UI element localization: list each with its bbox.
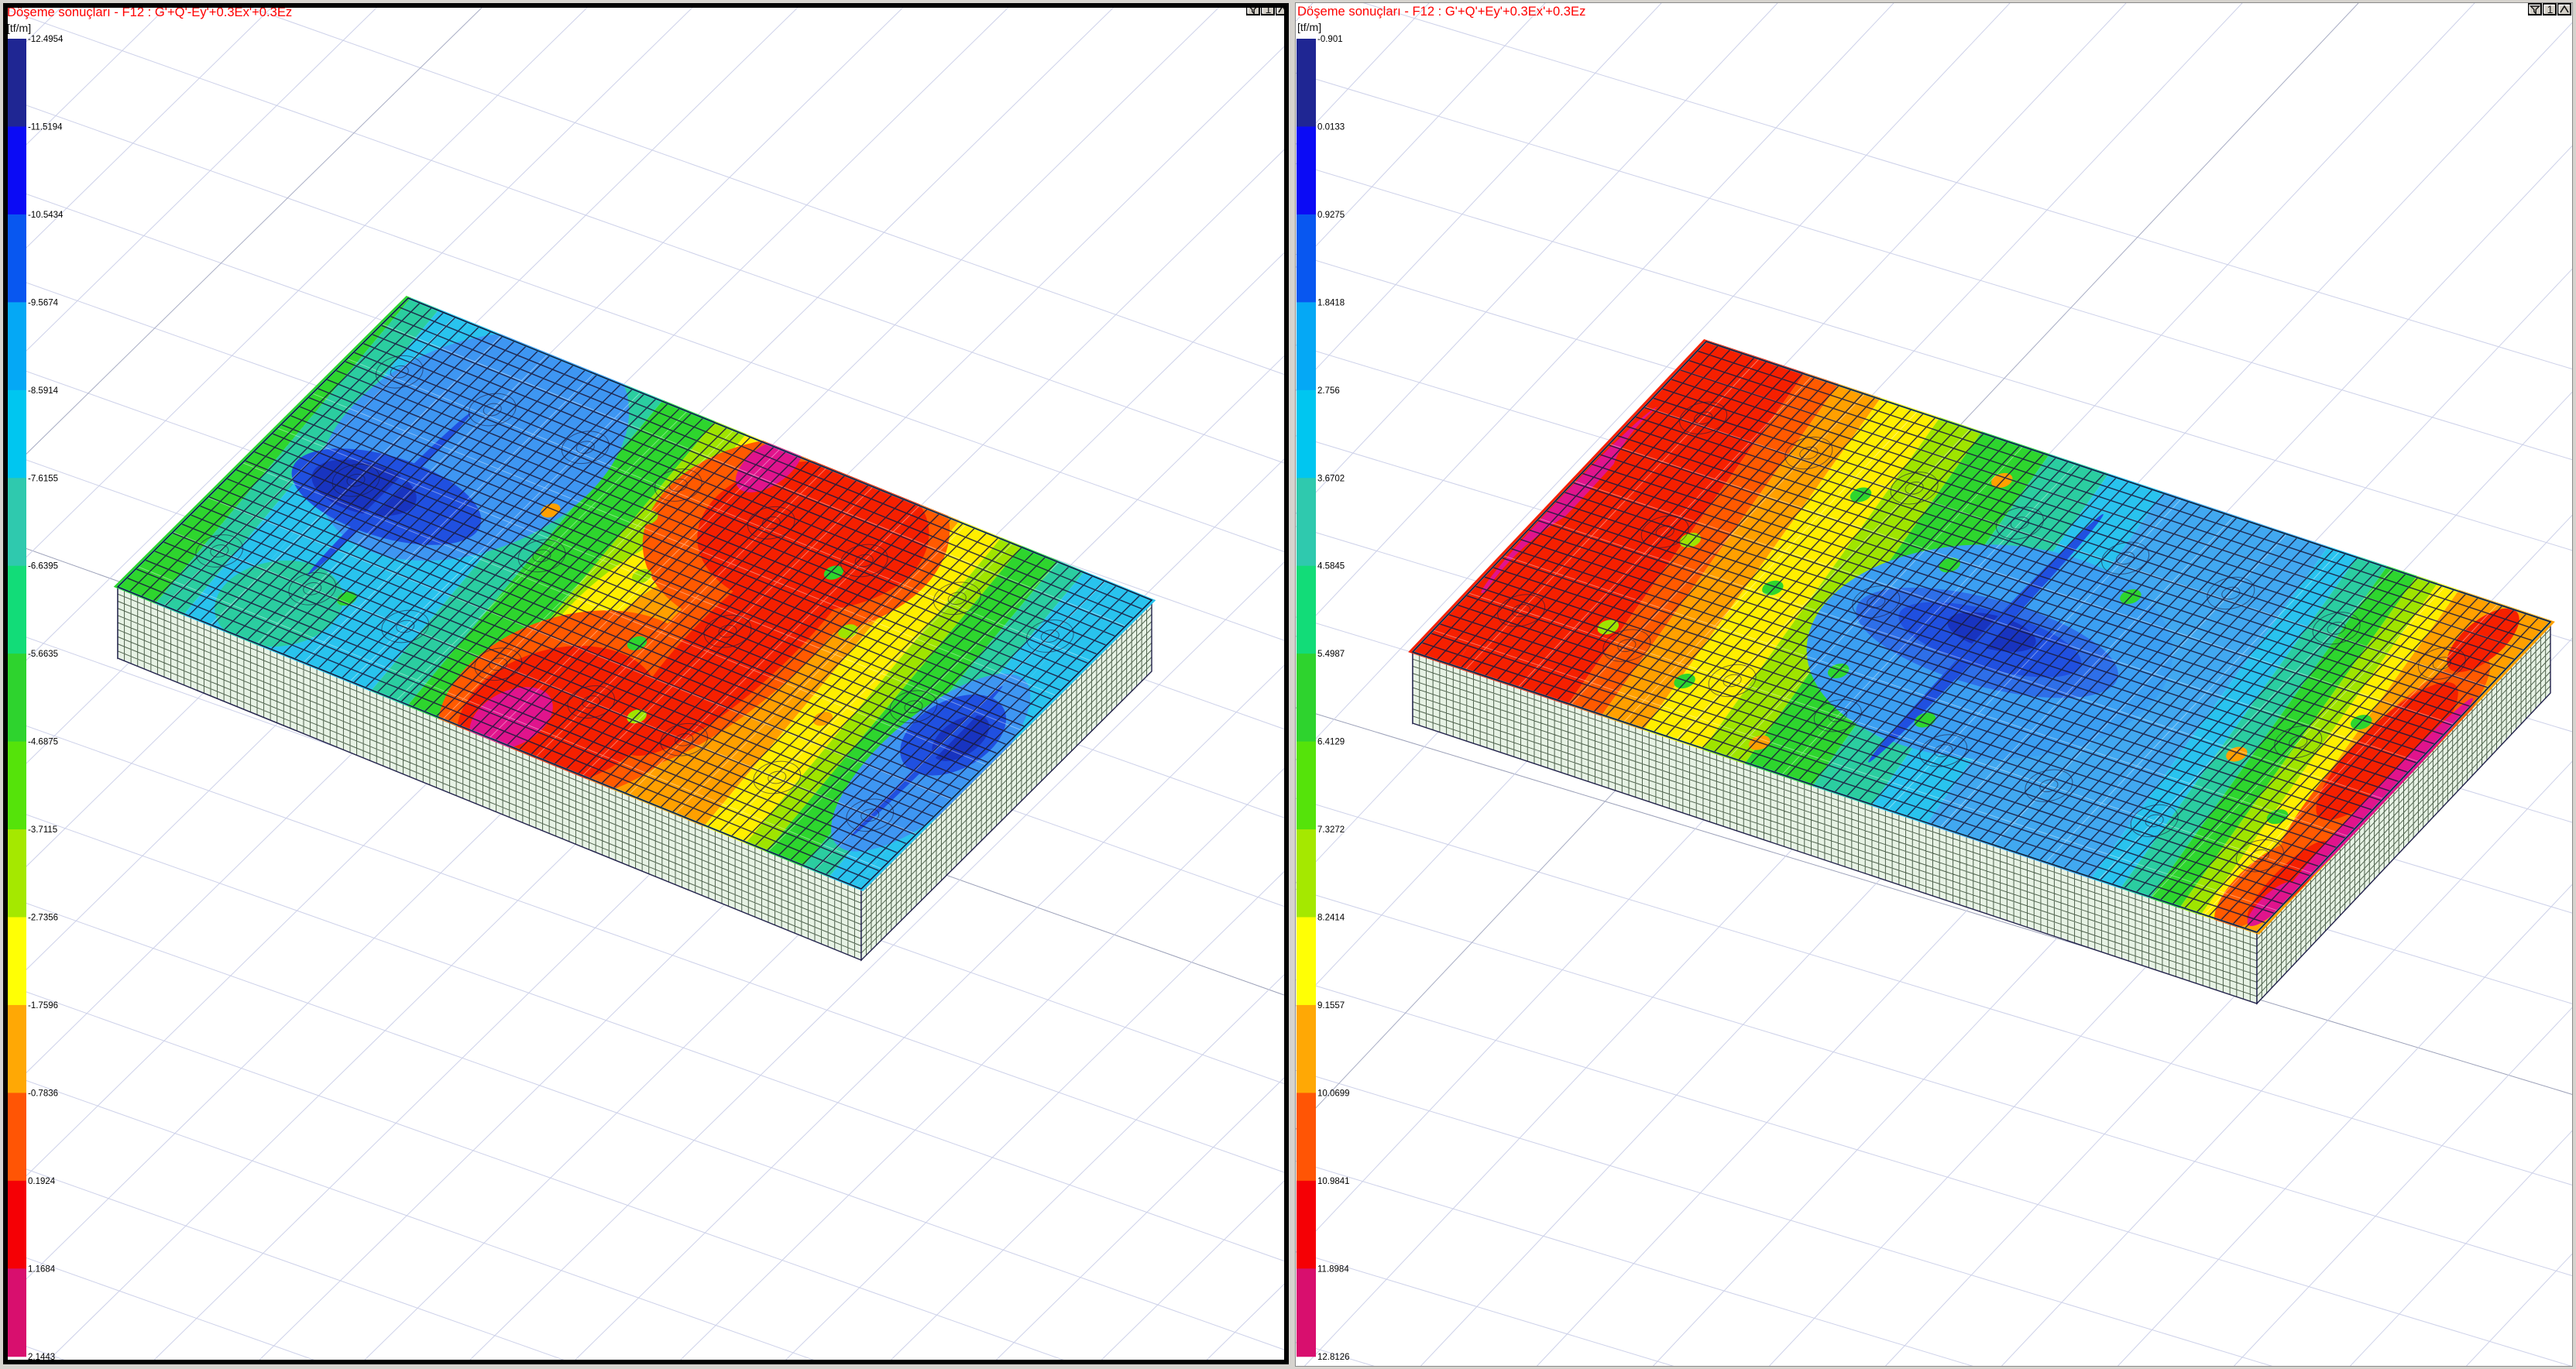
svg-text:-12.4954: -12.4954	[28, 35, 64, 44]
svg-text:7.3272: 7.3272	[1317, 825, 1345, 835]
svg-text:2.1443: 2.1443	[28, 1353, 55, 1360]
svg-text:-10.5434: -10.5434	[28, 211, 64, 220]
svg-text:5.4987: 5.4987	[1317, 650, 1345, 659]
svg-text:12.8126: 12.8126	[1317, 1353, 1350, 1362]
svg-text:2.756: 2.756	[1317, 386, 1340, 396]
svg-text:3.6702: 3.6702	[1317, 474, 1345, 483]
svg-text:-7.6155: -7.6155	[28, 474, 58, 483]
svg-text:9.1557: 9.1557	[1317, 1001, 1345, 1010]
svg-text:-0.7836: -0.7836	[28, 1089, 58, 1098]
svg-text:Döşeme sonuçları - F12 : G'+Q': Döşeme sonuçları - F12 : G'+Q'-Ey'+0.3Ex…	[8, 8, 292, 19]
svg-text:4.5845: 4.5845	[1317, 562, 1345, 571]
svg-text:11.8984: 11.8984	[1317, 1264, 1349, 1274]
svg-text:Döşeme sonuçları - F12 : G'+Q': Döşeme sonuçları - F12 : G'+Q'+Ey'+0.3Ex…	[1297, 4, 1585, 19]
svg-text:1: 1	[2547, 3, 2554, 15]
svg-text:[tf/m]: [tf/m]	[1297, 21, 1321, 33]
svg-text:1.8418: 1.8418	[1317, 298, 1345, 307]
svg-text:-6.6395: -6.6395	[28, 562, 58, 571]
svg-text:1.1684: 1.1684	[28, 1264, 56, 1274]
svg-text:-2.7356: -2.7356	[28, 914, 58, 923]
svg-text:-9.5674: -9.5674	[28, 298, 59, 307]
svg-text:10.9841: 10.9841	[1317, 1177, 1350, 1186]
svg-text:-8.5914: -8.5914	[28, 386, 59, 396]
svg-text:10.0699: 10.0699	[1317, 1089, 1350, 1098]
svg-text:6.4129: 6.4129	[1317, 738, 1345, 747]
svg-text:-5.6635: -5.6635	[28, 650, 58, 659]
svg-text:0.1924: 0.1924	[28, 1177, 56, 1186]
svg-text:0.0133: 0.0133	[1317, 122, 1345, 132]
svg-text:8.2414: 8.2414	[1317, 914, 1345, 923]
svg-text:-1.7596: -1.7596	[28, 1001, 58, 1010]
svg-text:-0.901: -0.901	[1317, 35, 1343, 44]
svg-text:-4.6875: -4.6875	[28, 738, 58, 747]
svg-text:-3.7115: -3.7115	[28, 825, 57, 835]
svg-text:-11.5194: -11.5194	[28, 122, 63, 132]
svg-text:1: 1	[1266, 8, 1272, 15]
svg-text:0.9275: 0.9275	[1317, 211, 1345, 220]
svg-text:[tf/m]: [tf/m]	[8, 22, 31, 34]
